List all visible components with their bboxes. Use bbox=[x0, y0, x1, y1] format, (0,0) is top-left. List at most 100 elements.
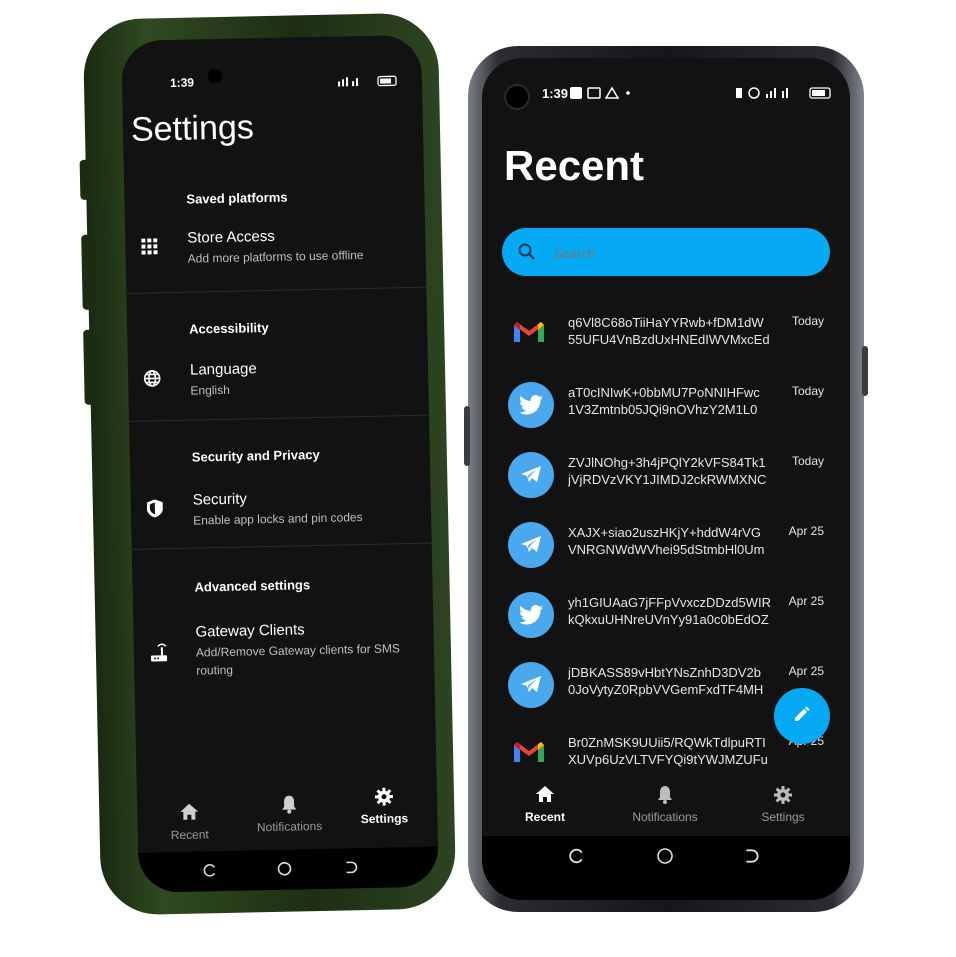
pencil-icon bbox=[793, 705, 811, 728]
settings-item-subtitle-continued: routing bbox=[196, 662, 234, 678]
bottom-navigation: Recent Notifications Settings bbox=[482, 778, 850, 836]
recent-screen: 1:39 Recent q6Vl8C68oTiiHaYYRwb+fDM1dW 55… bbox=[482, 58, 850, 900]
side-button bbox=[862, 346, 868, 396]
volume-down-button bbox=[83, 329, 95, 405]
nav-notifications[interactable]: Notifications bbox=[249, 787, 330, 845]
nav-settings[interactable]: Settings bbox=[748, 780, 818, 834]
settings-item-language[interactable]: Language English bbox=[128, 353, 429, 413]
divider bbox=[131, 542, 432, 550]
settings-screen: 1:39 Settings Saved platforms Store Acce… bbox=[121, 34, 439, 893]
settings-item-title: Security bbox=[192, 490, 248, 509]
settings-item-title: Store Access bbox=[187, 227, 275, 247]
settings-item-subtitle: English bbox=[190, 382, 230, 398]
system-nav-bar bbox=[138, 846, 439, 893]
message-date: Today bbox=[791, 384, 824, 398]
message-preview-line2: jVjRDVzVKY1JIMDJ2ckRWMXNC bbox=[568, 472, 767, 487]
bell-icon bbox=[620, 780, 710, 810]
nav-notifications[interactable]: Notifications bbox=[620, 780, 710, 834]
nav-label: Notifications bbox=[256, 818, 323, 835]
message-date: Apr 25 bbox=[788, 664, 824, 678]
section-header-advanced-settings: Advanced settings bbox=[194, 577, 311, 595]
gear-icon bbox=[349, 779, 420, 812]
home-system-button[interactable] bbox=[276, 861, 292, 882]
settings-item-subtitle: Enable app locks and pin codes bbox=[193, 510, 363, 528]
recents-system-button[interactable] bbox=[202, 863, 216, 882]
status-icons bbox=[736, 86, 832, 105]
gear-icon bbox=[748, 780, 818, 810]
telegram-icon bbox=[508, 522, 554, 568]
message-preview-line1: q6Vl8C68oTiiHaYYRwb+fDM1dW bbox=[568, 315, 764, 330]
message-row[interactable]: yh1GIUAaG7jFFpVvxczDDzd5WIR kQkxuUHNreUVn… bbox=[482, 590, 850, 660]
page-title: Settings bbox=[130, 108, 255, 149]
telegram-icon bbox=[508, 452, 554, 498]
settings-item-title: Language bbox=[189, 360, 257, 379]
settings-item-subtitle: Add/Remove Gateway clients for SMS bbox=[195, 641, 401, 660]
side-button bbox=[79, 159, 91, 200]
message-date: Today bbox=[791, 314, 824, 328]
message-preview-line2: VNRGNWdWVhei95dStmbHl0Um bbox=[568, 542, 765, 557]
home-system-button[interactable] bbox=[656, 847, 674, 870]
status-icons bbox=[336, 73, 400, 92]
shield-icon bbox=[145, 498, 165, 518]
message-row[interactable]: XAJX+siao2uszHKjY+hddW4rVG VNRGNWdWVhei95… bbox=[482, 520, 850, 590]
volume-button bbox=[464, 406, 470, 466]
settings-item-store-access[interactable]: Store Access Add more platforms to use o… bbox=[125, 221, 426, 285]
back-system-button[interactable] bbox=[744, 848, 760, 869]
settings-item-title: Gateway Clients bbox=[195, 621, 305, 641]
back-system-button[interactable] bbox=[344, 860, 358, 879]
message-preview-line1: ZVJlNOhg+3h4jPQlY2kVFS84Tk1 bbox=[568, 455, 766, 470]
message-row[interactable]: ZVJlNOhg+3h4jPQlY2kVFS84Tk1 jVjRDVzVKY1JI… bbox=[482, 450, 850, 520]
message-preview-line2: XUVp6UzVLTVFYQi9tYWJMZUFu bbox=[568, 752, 768, 767]
message-preview-line1: yh1GIUAaG7jFFpVvxczDDzd5WIR bbox=[568, 595, 771, 610]
recent-phone: 1:39 Recent q6Vl8C68oTiiHaYYRwb+fDM1dW 55… bbox=[464, 46, 868, 912]
router-icon bbox=[148, 642, 170, 664]
search-input[interactable] bbox=[552, 240, 816, 266]
search-icon bbox=[518, 243, 536, 266]
recents-system-button[interactable] bbox=[568, 848, 584, 869]
settings-item-gateway-clients[interactable]: Gateway Clients Add/Remove Gateway clien… bbox=[133, 615, 434, 691]
status-time: 1:39 bbox=[169, 75, 195, 90]
nav-settings[interactable]: Settings bbox=[349, 779, 420, 836]
section-header-security-privacy: Security and Privacy bbox=[191, 446, 320, 465]
message-preview-line2: kQkxuUHNreUVnYy91a0c0bEdOZ bbox=[568, 612, 769, 627]
system-nav-bar bbox=[482, 836, 850, 900]
settings-item-subtitle: Add more platforms to use offline bbox=[187, 247, 364, 266]
message-date: Apr 25 bbox=[788, 594, 824, 608]
camera-punch-hole bbox=[207, 68, 223, 84]
camera-punch-hole bbox=[504, 84, 530, 110]
message-preview-line2: 0JoVytyZ0RpbVVGemFxdTF4MH bbox=[568, 682, 764, 697]
message-row[interactable]: q6Vl8C68oTiiHaYYRwb+fDM1dW 55UFU4VnBzdUxH… bbox=[482, 310, 850, 380]
nav-label: Recent bbox=[170, 827, 209, 843]
settings-phone: 1:39 Settings Saved platforms Store Acce… bbox=[79, 12, 457, 916]
message-preview-line1: jDBKASS89vHbtYNsZnhD3DV2b bbox=[568, 665, 761, 680]
section-header-accessibility: Accessibility bbox=[189, 319, 269, 337]
message-preview-line1: XAJX+siao2uszHKjY+hddW4rVG bbox=[568, 525, 761, 540]
search-bar[interactable] bbox=[502, 228, 830, 276]
nav-recent[interactable]: Recent bbox=[157, 795, 222, 852]
telegram-icon bbox=[508, 662, 554, 708]
status-time: 1:39 bbox=[542, 86, 569, 101]
globe-icon bbox=[142, 368, 162, 388]
bell-icon bbox=[249, 787, 330, 821]
settings-item-security[interactable]: Security Enable app locks and pin codes bbox=[130, 483, 431, 543]
message-date: Today bbox=[791, 454, 824, 468]
nav-label: Recent bbox=[524, 810, 565, 824]
message-preview-line2: 1V3Zmtnb05JQi9nOVhzY2M1L0 bbox=[568, 402, 758, 417]
gmail-icon bbox=[514, 742, 548, 768]
divider bbox=[126, 286, 427, 294]
grid-icon bbox=[139, 236, 159, 256]
nav-label: Settings bbox=[761, 810, 805, 824]
twitter-icon bbox=[508, 592, 554, 638]
message-preview-line1: aT0cINIwK+0bbMU7PoNNIHFwc bbox=[568, 385, 760, 400]
section-header-saved-platforms: Saved platforms bbox=[186, 189, 288, 207]
message-row[interactable]: aT0cINIwK+0bbMU7PoNNIHFwc 1V3Zmtnb05JQi9n… bbox=[482, 380, 850, 450]
divider bbox=[129, 414, 430, 422]
home-icon bbox=[510, 780, 580, 810]
message-list: q6Vl8C68oTiiHaYYRwb+fDM1dW 55UFU4VnBzdUxH… bbox=[482, 310, 850, 830]
compose-button[interactable] bbox=[774, 688, 830, 744]
nav-recent[interactable]: Recent bbox=[510, 780, 580, 834]
message-preview-line2: 55UFU4VnBzdUxHNEdIWVMxcEd bbox=[568, 332, 770, 347]
nav-label: Settings bbox=[360, 811, 409, 827]
message-preview-line1: Br0ZnMSK9UUii5/RQWkTdlpuRTI bbox=[568, 735, 766, 750]
twitter-icon bbox=[508, 382, 554, 428]
